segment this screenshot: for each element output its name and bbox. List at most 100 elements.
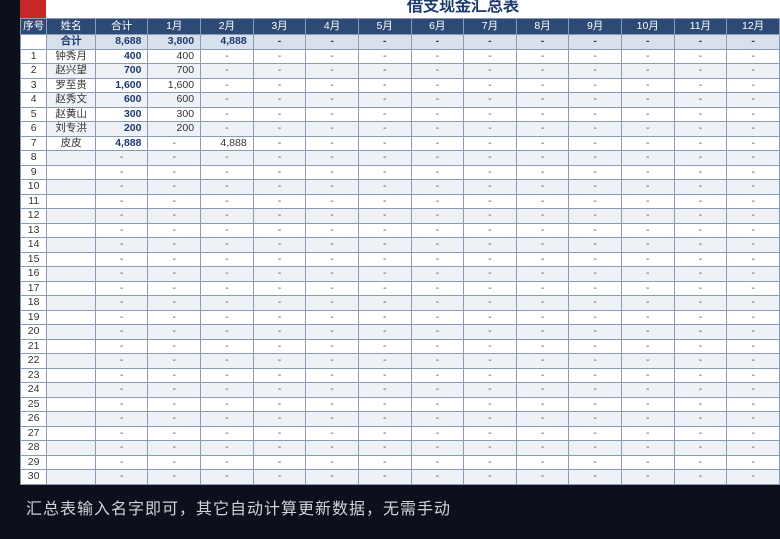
month-cell: - [411,49,464,64]
month-cell: - [358,267,411,282]
month-cell: - [621,426,674,441]
month-cell: - [201,412,254,427]
month-cell: - [306,64,359,79]
month-cell: - [464,151,517,166]
month-cell: - [569,470,622,485]
month-cell: - [727,441,780,456]
month-cell: - [306,252,359,267]
month-cell: - [621,93,674,108]
month-cell: - [621,122,674,137]
row-total: 700 [95,64,148,79]
month-cell: - [306,397,359,412]
month-cell: - [201,151,254,166]
month-cell: - [569,209,622,224]
month-cell: - [727,339,780,354]
month-cell: - [621,455,674,470]
month-cell: - [253,136,306,151]
month-cell: - [358,136,411,151]
month-cell: - [306,339,359,354]
table-row: 17------------- [21,281,780,296]
table-row: 2赵兴望700700----------- [21,64,780,79]
month-cell: - [306,470,359,485]
month-cell: - [516,267,569,282]
month-cell: - [358,441,411,456]
month-cell: - [201,325,254,340]
month-cell: - [201,368,254,383]
month-cell: - [358,107,411,122]
month-cell: - [621,238,674,253]
row-total: - [95,383,148,398]
month-cell: - [621,180,674,195]
month-cell: - [201,383,254,398]
month-cell: - [411,310,464,325]
month-cell: - [727,49,780,64]
month-cell: - [569,354,622,369]
month-cell: - [201,49,254,64]
row-name [47,252,96,267]
month-cell: - [201,64,254,79]
month-cell: - [201,194,254,209]
month-cell: - [201,238,254,253]
month-cell: - [569,252,622,267]
month-cell: - [516,470,569,485]
month-cell: - [464,296,517,311]
month-cell: - [569,383,622,398]
month-cell: - [569,426,622,441]
row-index: 16 [21,267,47,282]
row-index: 30 [21,470,47,485]
month-cell: - [727,368,780,383]
month-cell: - [569,281,622,296]
month-cell: - [253,252,306,267]
month-cell: - [306,455,359,470]
row-name [47,441,96,456]
spreadsheet: 借支现金汇总表 序号姓名合计1月2月3月4月5月6月7月8月9月10月11月12… [20,0,780,485]
month-cell: - [674,339,727,354]
month-cell: - [674,354,727,369]
month-cell: - [727,64,780,79]
month-cell: - [516,354,569,369]
month-cell: - [148,383,201,398]
month-cell: - [358,281,411,296]
month-cell: - [674,325,727,340]
month-cell: - [411,339,464,354]
month-cell: - [516,368,569,383]
month-cell: - [201,470,254,485]
month-cell: - [358,397,411,412]
row-name [47,223,96,238]
month-cell: - [464,470,517,485]
month-cell: - [464,136,517,151]
table-row: 29------------- [21,455,780,470]
table-row: 4赵秀文600600----------- [21,93,780,108]
month-cell: - [306,151,359,166]
row-index: 18 [21,296,47,311]
month-cell: - [516,455,569,470]
month-cell: - [727,107,780,122]
month-cell: - [674,180,727,195]
month-cell: - [148,165,201,180]
month-cell: - [411,93,464,108]
row-index: 7 [21,136,47,151]
month-cell: - [727,397,780,412]
month-cell: - [464,78,517,93]
month-cell: - [148,223,201,238]
month-cell: - [621,136,674,151]
month-cell: - [411,368,464,383]
month-cell: - [674,35,727,50]
month-cell: - [727,209,780,224]
month-cell: - [621,165,674,180]
month-cell: - [253,441,306,456]
table-row: 30------------- [21,470,780,485]
month-cell: - [253,426,306,441]
month-cell: - [621,441,674,456]
month-cell: - [621,383,674,398]
month-cell: - [201,209,254,224]
month-cell: - [569,136,622,151]
month-cell: - [516,194,569,209]
column-header: 1月 [148,19,201,35]
month-cell: - [516,107,569,122]
month-cell: - [464,368,517,383]
month-cell: - [674,238,727,253]
month-cell: - [411,470,464,485]
row-total: 8,688 [95,35,148,50]
month-cell: - [411,165,464,180]
